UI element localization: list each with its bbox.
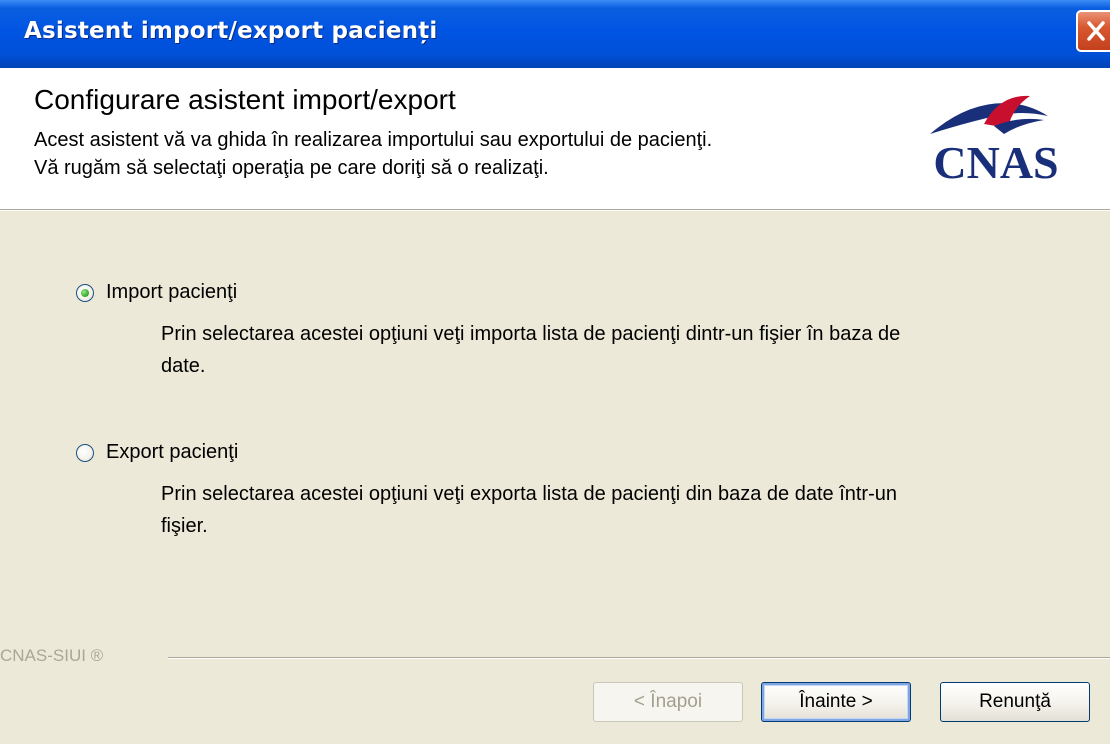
- close-button[interactable]: [1076, 10, 1110, 52]
- close-icon: [1087, 21, 1105, 41]
- back-button[interactable]: < Înapoi: [593, 682, 743, 722]
- import-desc-line-2: date.: [161, 355, 206, 377]
- export-radio[interactable]: [76, 444, 94, 462]
- export-desc-line-1: Prin selectarea acestei opţiuni veţi exp…: [161, 483, 897, 505]
- export-desc-line-2: fişier.: [161, 515, 208, 537]
- page-title: Configurare asistent import/export: [34, 84, 456, 115]
- title-bar[interactable]: Asistent import/export pacienți: [0, 0, 1110, 68]
- window-title: Asistent import/export pacienți: [24, 18, 438, 44]
- import-radio[interactable]: [76, 284, 94, 302]
- description-line-2: Vă rugăm să selectaţi operaţia pe care d…: [34, 157, 549, 179]
- cancel-button[interactable]: Renunţă: [940, 682, 1090, 722]
- footer-divider-highlight: [168, 658, 1110, 659]
- import-option-label[interactable]: Import pacienţi: [106, 281, 237, 304]
- description-line-1: Acest asistent vă va ghida în realizarea…: [34, 129, 713, 151]
- wizard-window: Asistent import/export pacienți Configur…: [0, 0, 1110, 744]
- logo-text: CNAS: [933, 137, 1058, 186]
- next-button[interactable]: Înainte >: [761, 682, 911, 722]
- header-divider-highlight: [0, 210, 1110, 211]
- export-option-description: Prin selectarea acestei opţiuni veţi exp…: [161, 478, 1081, 542]
- import-option-description: Prin selectarea acestei opţiuni veţi imp…: [161, 318, 1081, 382]
- footer-brand: CNAS-SIUI ®: [0, 646, 104, 665]
- wizard-header: Configurare asistent import/export Acest…: [0, 68, 1110, 209]
- export-option-label[interactable]: Export pacienţi: [106, 441, 238, 464]
- radio-selected-dot: [81, 289, 89, 297]
- cnas-logo: CNAS: [930, 95, 1059, 186]
- page-description: Acest asistent vă va ghida în realizarea…: [34, 126, 712, 182]
- import-desc-line-1: Prin selectarea acestei opţiuni veţi imp…: [161, 323, 901, 345]
